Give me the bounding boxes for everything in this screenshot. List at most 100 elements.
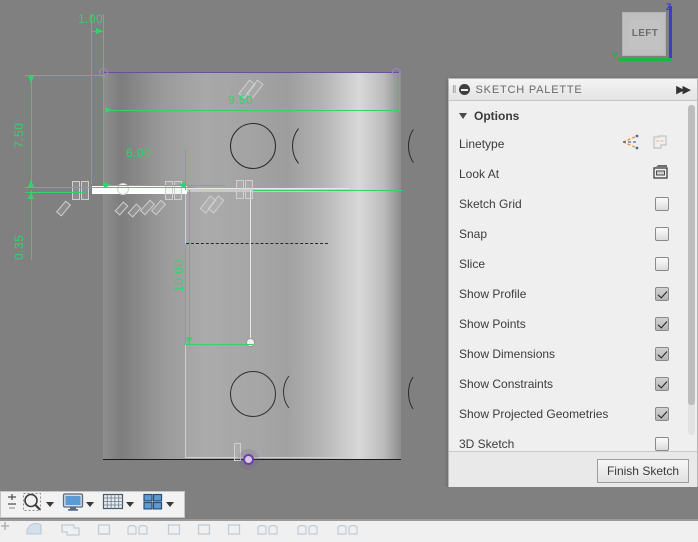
option-row-look-at[interactable]: Look At: [449, 159, 697, 189]
origin-point[interactable]: [243, 454, 254, 465]
constraint-glyph-3[interactable]: [165, 181, 173, 200]
ext-line-0-35-top: [25, 192, 85, 193]
constraint-glyph-5[interactable]: [236, 180, 244, 199]
axis-y-line: [618, 58, 672, 61]
dim-label-0-35[interactable]: 0.35: [12, 235, 26, 260]
magnifier-icon[interactable]: [22, 492, 44, 518]
dim-label-10-00[interactable]: 10.00: [172, 259, 186, 292]
palette-scrollbar[interactable]: [688, 105, 695, 435]
grid-icon[interactable]: [102, 492, 124, 517]
toolbar-item-grid-snaps[interactable]: [101, 493, 139, 516]
constraint-glyph-1[interactable]: [72, 181, 80, 200]
option-label-sketch-grid: Sketch Grid: [459, 197, 522, 211]
revolve-feature-icon[interactable]: [24, 522, 46, 542]
toolbar-item-display-settings[interactable]: [61, 493, 99, 516]
projected-top-edge: [103, 72, 401, 73]
constraint-glyph-11[interactable]: [55, 200, 72, 217]
toolbar-item-viewports[interactable]: [141, 493, 179, 516]
drag-grip-icon[interactable]: ‖: [452, 84, 456, 96]
sketch-palette-header[interactable]: ‖ SKETCH PALETTE ▶▶: [449, 79, 697, 101]
navigation-toolbar-group: [0, 491, 185, 518]
checkbox-sketch-grid[interactable]: [655, 197, 669, 211]
ext-line-1-00-left: [91, 14, 92, 184]
axis-z-line: [669, 6, 672, 60]
timeline-marker-icon[interactable]: [0, 522, 10, 542]
caret-zoom-window-tool[interactable]: [46, 502, 54, 507]
checkbox-show-dimensions[interactable]: [655, 347, 669, 361]
arrow-0-35-top: [28, 192, 34, 199]
fillet-feature-icon-3[interactable]: [296, 522, 322, 542]
option-label-show-constraints: Show Constraints: [459, 377, 554, 391]
checkbox-show-projected-geometries[interactable]: [655, 407, 669, 421]
dim-line-0-35: [31, 190, 32, 260]
timeline-icon-row: [0, 522, 362, 542]
caret-viewports[interactable]: [166, 502, 174, 507]
multi-window-icon[interactable]: [142, 492, 164, 517]
option-label-snap: Snap: [459, 227, 488, 241]
monitor-icon[interactable]: [62, 492, 84, 517]
caret-display-settings[interactable]: [86, 502, 94, 507]
option-row-snap[interactable]: Snap: [449, 219, 697, 249]
look-at-icon[interactable]: [652, 164, 669, 184]
expand-chevrons-icon[interactable]: ▶▶: [676, 83, 693, 96]
constraint-glyph-2[interactable]: [81, 181, 89, 200]
collapse-icon[interactable]: [458, 84, 470, 95]
option-row-sketch-grid[interactable]: Sketch Grid: [449, 189, 697, 219]
finish-sketch-button[interactable]: Finish Sketch: [596, 458, 689, 483]
option-row-3d-sketch[interactable]: 3D Sketch: [449, 429, 697, 451]
option-row-linetype[interactable]: Linetype: [449, 129, 697, 159]
dim-label-6-00[interactable]: 6.00: [126, 146, 151, 160]
option-row-slice[interactable]: Slice: [449, 249, 697, 279]
checkbox-snap[interactable]: [655, 227, 669, 241]
option-row-show-constraints[interactable]: Show Constraints: [449, 369, 697, 399]
option-label-show-profile: Show Profile: [459, 287, 527, 301]
sketch-profile-region[interactable]: [185, 190, 352, 458]
checkbox-show-constraints[interactable]: [655, 377, 669, 391]
sketch-feature-icon-1[interactable]: [96, 522, 112, 542]
chevron-down-icon[interactable]: [459, 113, 467, 119]
option-row-show-profile[interactable]: Show Profile: [449, 279, 697, 309]
dim-line-7-50: [31, 75, 32, 187]
ext-line-7-50-top: [25, 75, 105, 76]
toolbar-item-orbit-pan-tool[interactable]: [6, 493, 19, 516]
option-label-show-dimensions: Show Dimensions: [459, 347, 556, 361]
checkbox-show-profile[interactable]: [655, 287, 669, 301]
option-row-show-points[interactable]: Show Points: [449, 309, 697, 339]
constraint-glyph-6[interactable]: [245, 180, 253, 199]
checkbox-show-points[interactable]: [655, 317, 669, 331]
timeline-bar[interactable]: [0, 519, 698, 542]
toolbar-item-zoom-window-tool[interactable]: [21, 492, 59, 518]
checkbox-3d-sketch[interactable]: [655, 437, 669, 451]
palette-scrollbar-thumb[interactable]: [688, 105, 695, 405]
orbit-icon[interactable]: [7, 493, 18, 517]
fillet-feature-icon-2[interactable]: [256, 522, 282, 542]
sketch-palette-footer: Finish Sketch: [449, 451, 697, 489]
sketch-palette[interactable]: ‖ SKETCH PALETTE ▶▶ Options Linetype Loo…: [448, 78, 698, 490]
construction-line-icon[interactable]: [621, 134, 639, 155]
sketch-vertical-line[interactable]: [250, 190, 252, 340]
sketch-feature-icon-4[interactable]: [226, 522, 242, 542]
arrow-6-00-left: [104, 182, 111, 188]
fillet-feature-icon-4[interactable]: [336, 522, 362, 542]
options-section-header[interactable]: Options: [449, 101, 697, 129]
extrude-feature-icon[interactable]: [60, 522, 82, 542]
axis-z-label: Z: [666, 2, 672, 12]
sketch-feature-icon-2[interactable]: [166, 522, 182, 542]
option-row-show-dimensions[interactable]: Show Dimensions: [449, 339, 697, 369]
hole-arc-lower-right: [408, 372, 434, 414]
dim-label-7-50[interactable]: 7.50: [12, 123, 26, 148]
dim-line-6-00-b: [185, 185, 225, 186]
centerline-icon[interactable]: [651, 134, 669, 155]
sketch-vertical-endpoint[interactable]: [246, 338, 255, 347]
fillet-feature-icon-1[interactable]: [126, 522, 152, 542]
dim-label-9-50[interactable]: 9.50: [228, 93, 253, 107]
checkbox-slice[interactable]: [655, 257, 669, 271]
dim-label-1-00[interactable]: 1.00: [78, 12, 103, 26]
arrow-6-00-right: [178, 182, 185, 188]
view-cube[interactable]: LEFT Z Y: [612, 2, 688, 66]
view-cube-face[interactable]: LEFT: [622, 12, 666, 56]
ext-line-6-00-left: [103, 74, 104, 186]
sketch-feature-icon-3[interactable]: [196, 522, 212, 542]
caret-grid-snaps[interactable]: [126, 502, 134, 507]
option-row-show-projected-geometries[interactable]: Show Projected Geometries: [449, 399, 697, 429]
